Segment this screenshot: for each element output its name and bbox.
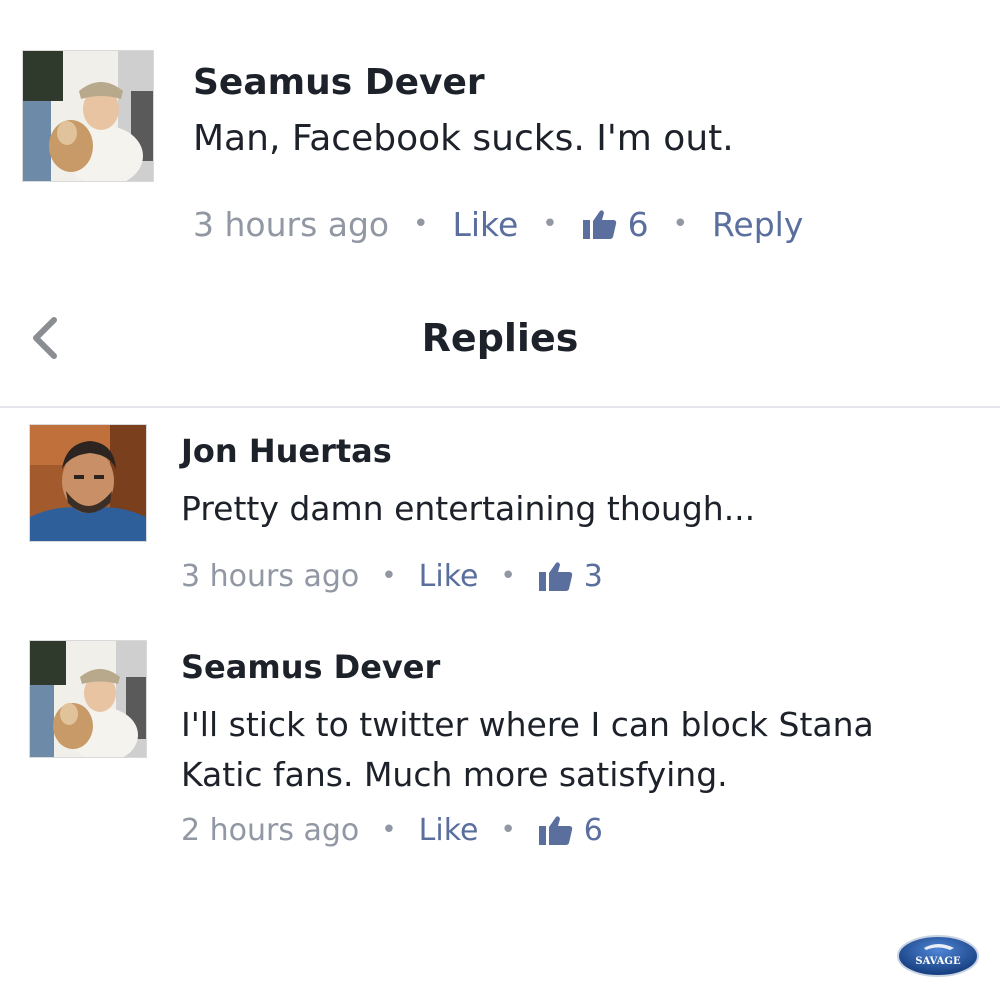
reply-text: I'll stick to twitter where I can block … <box>181 705 874 794</box>
separator-dot: • <box>381 561 397 591</box>
reply-item: Seamus Dever I'll stick to twitter where… <box>0 636 1000 866</box>
reply-item: Jon Huertas Pretty damn entertaining tho… <box>0 420 1000 630</box>
avatar[interactable] <box>29 424 147 542</box>
avatar-photo <box>30 425 146 541</box>
separator-dot: • <box>500 561 516 591</box>
reply-timestamp[interactable]: 3 hours ago <box>181 559 359 594</box>
reply-text: Pretty damn entertaining though... <box>181 489 756 528</box>
replies-page: Seamus Dever Man, Facebook sucks. I'm ou… <box>0 0 1000 1000</box>
like-count: 3 <box>583 558 603 594</box>
separator-dot: • <box>542 209 558 239</box>
avatar[interactable] <box>22 50 154 182</box>
thumbs-up-icon[interactable] <box>538 560 574 592</box>
reply-button[interactable]: Reply <box>712 205 803 244</box>
like-count: 6 <box>627 204 649 244</box>
comment-author[interactable]: Seamus Dever <box>193 62 485 103</box>
original-comment: Seamus Dever Man, Facebook sucks. I'm ou… <box>0 0 1000 300</box>
like-button[interactable]: Like <box>419 813 479 848</box>
separator-dot: • <box>381 815 397 845</box>
like-count: 6 <box>583 812 603 848</box>
thumbs-up-icon[interactable] <box>582 208 618 240</box>
logo-text: SAVAGE <box>915 956 961 967</box>
page-title: Replies <box>421 316 579 360</box>
separator-dot: • <box>413 209 429 239</box>
like-button[interactable]: Like <box>419 559 479 594</box>
thumbs-up-icon[interactable] <box>538 814 574 846</box>
reply-timestamp[interactable]: 2 hours ago <box>181 813 359 848</box>
reply-author[interactable]: Jon Huertas <box>181 432 392 470</box>
comment-text: Man, Facebook sucks. I'm out. <box>193 118 734 159</box>
separator-dot: • <box>500 815 516 845</box>
avatar[interactable] <box>29 640 147 758</box>
avatar-photo <box>30 641 146 757</box>
reply-meta: 2 hours ago • Like • 6 <box>181 810 603 850</box>
avatar-photo <box>23 51 153 181</box>
comment-meta: 3 hours ago • Like • 6 • Reply <box>193 202 803 246</box>
savage-logo: SAVAGE <box>896 934 980 978</box>
reply-author[interactable]: Seamus Dever <box>181 648 440 686</box>
like-button[interactable]: Like <box>452 205 518 244</box>
reply-meta: 3 hours ago • Like • 3 <box>181 556 603 596</box>
separator-dot: • <box>672 209 688 239</box>
replies-header: Replies <box>0 300 1000 408</box>
comment-timestamp[interactable]: 3 hours ago <box>193 205 389 244</box>
